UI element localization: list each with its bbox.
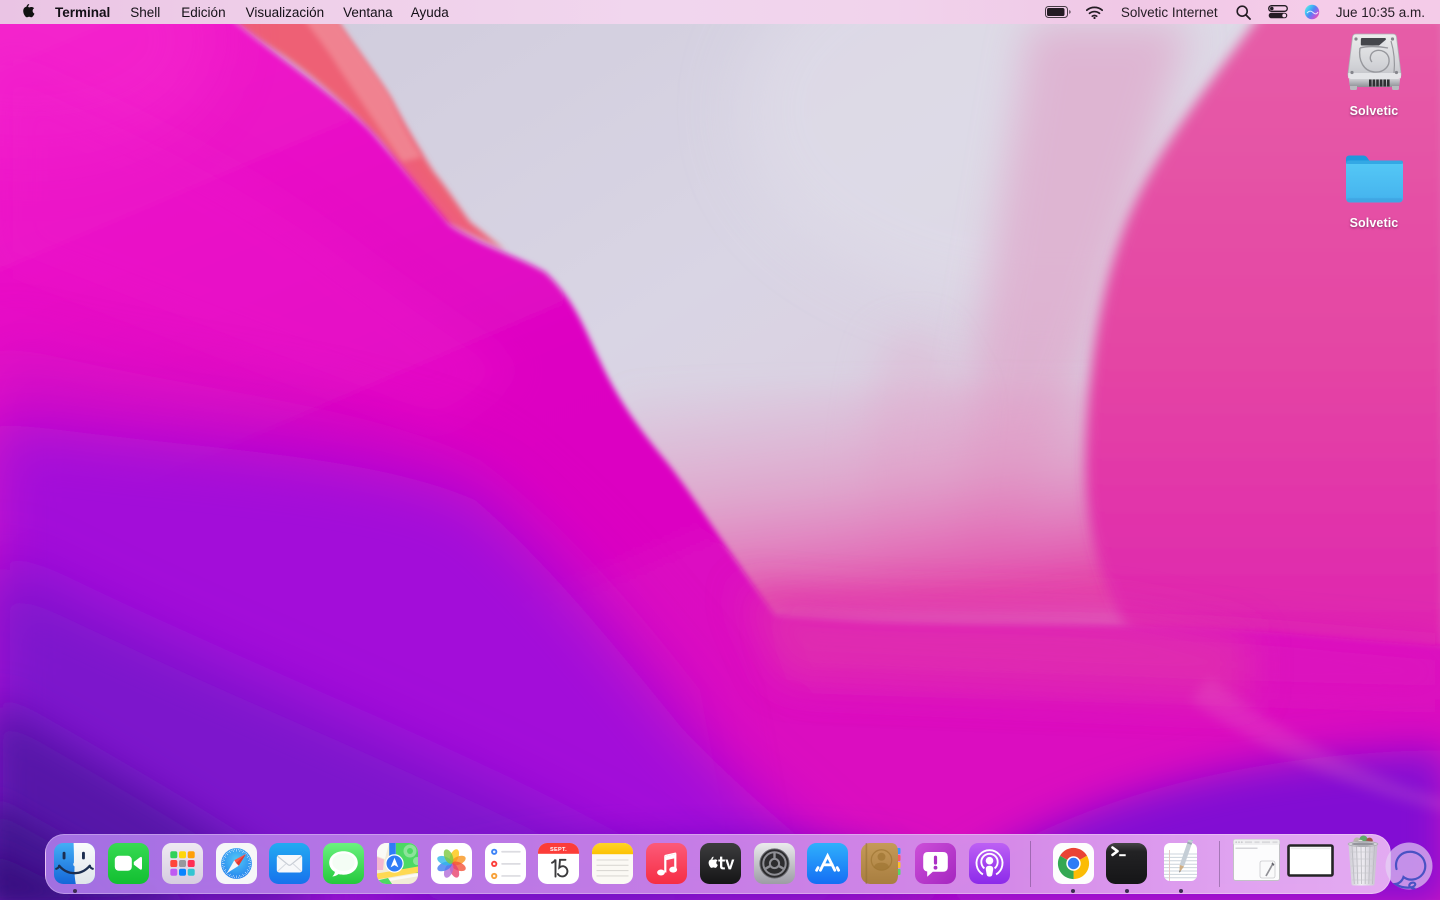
svg-text:SEPT.: SEPT.	[550, 847, 567, 853]
